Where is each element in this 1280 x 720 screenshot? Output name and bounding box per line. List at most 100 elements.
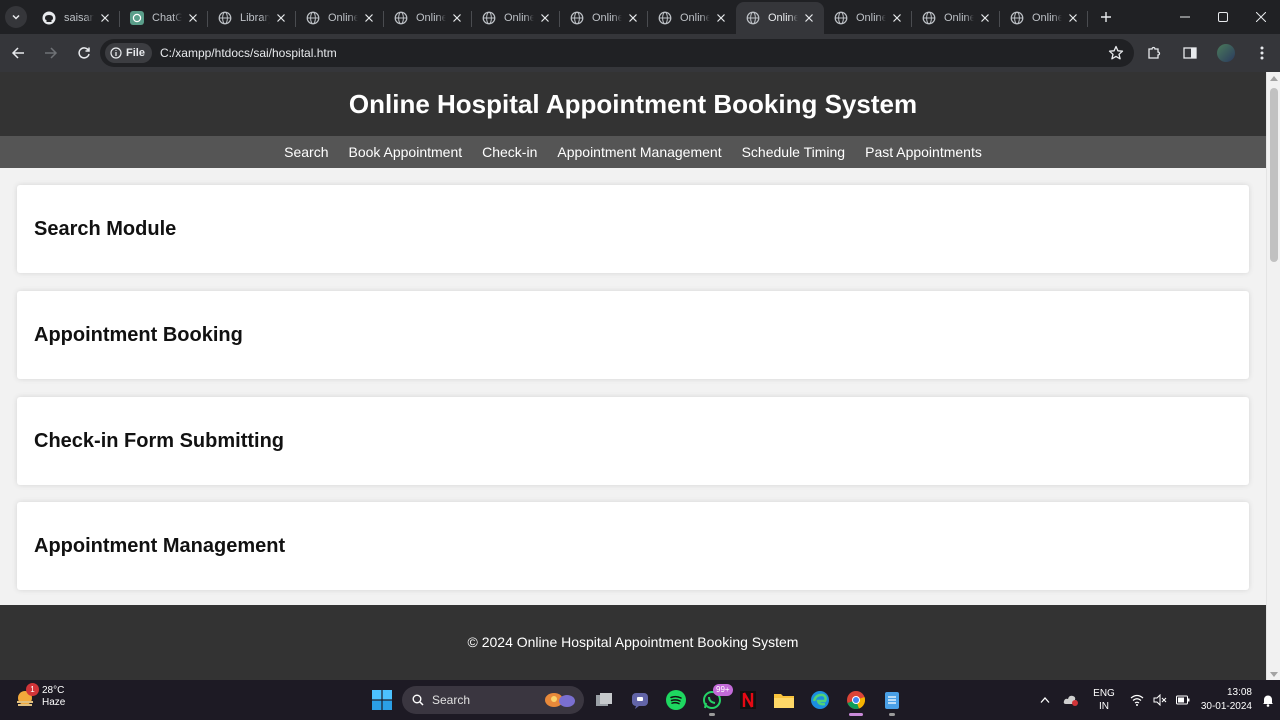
close-tab-icon[interactable] <box>714 11 728 25</box>
notifications-button[interactable] <box>1256 680 1280 720</box>
show-hidden-icons-button[interactable] <box>1032 680 1058 720</box>
bookmark-star-button[interactable] <box>1108 45 1124 66</box>
site-footer: © 2024 Online Hospital Appointment Booki… <box>0 605 1266 680</box>
globe-icon <box>834 11 848 25</box>
browser-tab[interactable]: Library <box>208 2 296 34</box>
nav-link-past-appointments[interactable]: Past Appointments <box>865 144 982 160</box>
edge-app[interactable] <box>802 683 838 717</box>
browser-tab[interactable]: ChatGPT <box>120 2 208 34</box>
weather-badge: 1 <box>26 683 39 696</box>
minimize-icon <box>1180 16 1190 18</box>
scroll-up-arrow-icon[interactable] <box>1270 76 1278 81</box>
tab-title: Online <box>504 12 534 24</box>
page-scrollbar[interactable] <box>1266 72 1280 680</box>
back-button[interactable] <box>3 38 33 68</box>
battery-icon <box>1176 695 1190 705</box>
menu-button[interactable] <box>1244 34 1280 72</box>
scrollbar-thumb[interactable] <box>1270 88 1278 262</box>
profile-avatar[interactable] <box>1217 44 1235 62</box>
wifi-tray[interactable] <box>1124 680 1150 720</box>
close-tab-icon[interactable] <box>362 11 376 25</box>
extensions-button[interactable] <box>1136 34 1172 72</box>
onedrive-tray[interactable] <box>1058 680 1084 720</box>
edge-icon <box>811 691 829 709</box>
browser-tab[interactable]: Online <box>824 2 912 34</box>
file-explorer-app[interactable] <box>766 683 802 717</box>
browser-tab[interactable]: Online <box>296 2 384 34</box>
globe-icon <box>570 11 584 25</box>
browser-tab[interactable]: Online <box>912 2 1000 34</box>
tab-search-button[interactable] <box>0 0 32 34</box>
section-card: Appointment Booking <box>17 291 1249 379</box>
chevron-down-icon <box>5 6 27 28</box>
close-tab-icon[interactable] <box>890 11 904 25</box>
scroll-down-arrow-icon[interactable] <box>1270 672 1278 677</box>
plus-icon <box>1101 12 1111 22</box>
netflix-app[interactable] <box>730 683 766 717</box>
nav-link-appointment-management[interactable]: Appointment Management <box>557 144 721 160</box>
close-tab-icon[interactable] <box>98 11 112 25</box>
section-card: Appointment Management <box>17 502 1249 590</box>
language-indicator[interactable]: ENG IN <box>1084 687 1124 713</box>
tab-title: Online <box>1032 12 1062 24</box>
volume-tray[interactable] <box>1150 680 1170 720</box>
close-tab-icon[interactable] <box>538 11 552 25</box>
close-tab-icon[interactable] <box>626 11 640 25</box>
browser-tab[interactable]: Online <box>384 2 472 34</box>
windows-taskbar: 1 28°C Haze Search 99+ ENG IN 13:08 30-0… <box>0 680 1280 720</box>
start-button[interactable] <box>364 683 400 717</box>
browser-tab[interactable]: Online <box>560 2 648 34</box>
side-panel-button[interactable] <box>1172 34 1208 72</box>
browser-tab[interactable]: Online <box>472 2 560 34</box>
url-text[interactable]: C:/xampp/htdocs/sai/hospital.htm <box>160 46 337 60</box>
address-bar[interactable]: File C:/xampp/htdocs/sai/hospital.htm <box>100 39 1134 67</box>
chatgpt-icon <box>130 11 144 25</box>
close-tab-icon[interactable] <box>978 11 992 25</box>
close-tab-icon[interactable] <box>802 11 816 25</box>
weather-temp: 28°C <box>42 685 65 696</box>
weather-widget[interactable]: 1 28°C Haze <box>14 683 65 709</box>
browser-tab[interactable]: Online <box>648 2 736 34</box>
taskbar-search-label: Search <box>432 693 471 707</box>
search-icon <box>412 694 424 706</box>
task-view-button[interactable] <box>586 683 622 717</box>
globe-icon <box>1010 11 1024 25</box>
teams-app[interactable] <box>622 683 658 717</box>
site-header: Online Hospital Appointment Booking Syst… <box>0 72 1266 136</box>
task-view-icon <box>596 693 612 706</box>
nav-link-search[interactable]: Search <box>284 144 328 160</box>
close-window-button[interactable] <box>1242 0 1280 34</box>
toolbar-actions <box>1136 34 1280 72</box>
battery-tray[interactable] <box>1170 680 1196 720</box>
window-controls <box>1166 0 1280 34</box>
chrome-app[interactable] <box>838 683 874 717</box>
web-page: Online Hospital Appointment Booking Syst… <box>0 72 1266 680</box>
netflix-icon <box>740 691 756 709</box>
whatsapp-app[interactable]: 99+ <box>694 683 733 717</box>
close-icon <box>1256 12 1266 22</box>
forward-button[interactable] <box>36 38 66 68</box>
taskbar-search[interactable]: Search <box>402 686 584 714</box>
close-tab-icon[interactable] <box>274 11 288 25</box>
tab-title: Online <box>328 12 358 24</box>
close-tab-icon[interactable] <box>1066 11 1080 25</box>
browser-tab[interactable]: saisant <box>32 2 120 34</box>
maximize-button[interactable] <box>1204 0 1242 34</box>
nav-link-check-in[interactable]: Check-in <box>482 144 537 160</box>
volume-muted-icon <box>1153 694 1167 706</box>
clock[interactable]: 13:08 30-01-2024 <box>1196 686 1252 714</box>
minimize-button[interactable] <box>1166 0 1204 34</box>
site-info-chip[interactable]: File <box>105 43 152 63</box>
wifi-icon <box>1130 694 1144 706</box>
region-code: IN <box>1099 701 1109 712</box>
spotify-app[interactable] <box>658 683 694 717</box>
nav-link-schedule-timing[interactable]: Schedule Timing <box>742 144 846 160</box>
reload-button[interactable] <box>69 38 99 68</box>
close-tab-icon[interactable] <box>450 11 464 25</box>
close-tab-icon[interactable] <box>186 11 200 25</box>
notepad-app[interactable] <box>874 683 910 717</box>
new-tab-button[interactable] <box>1092 3 1120 31</box>
browser-tab[interactable]: Online <box>736 2 824 34</box>
nav-link-book-appointment[interactable]: Book Appointment <box>348 144 462 160</box>
browser-tab[interactable]: Online <box>1000 2 1088 34</box>
